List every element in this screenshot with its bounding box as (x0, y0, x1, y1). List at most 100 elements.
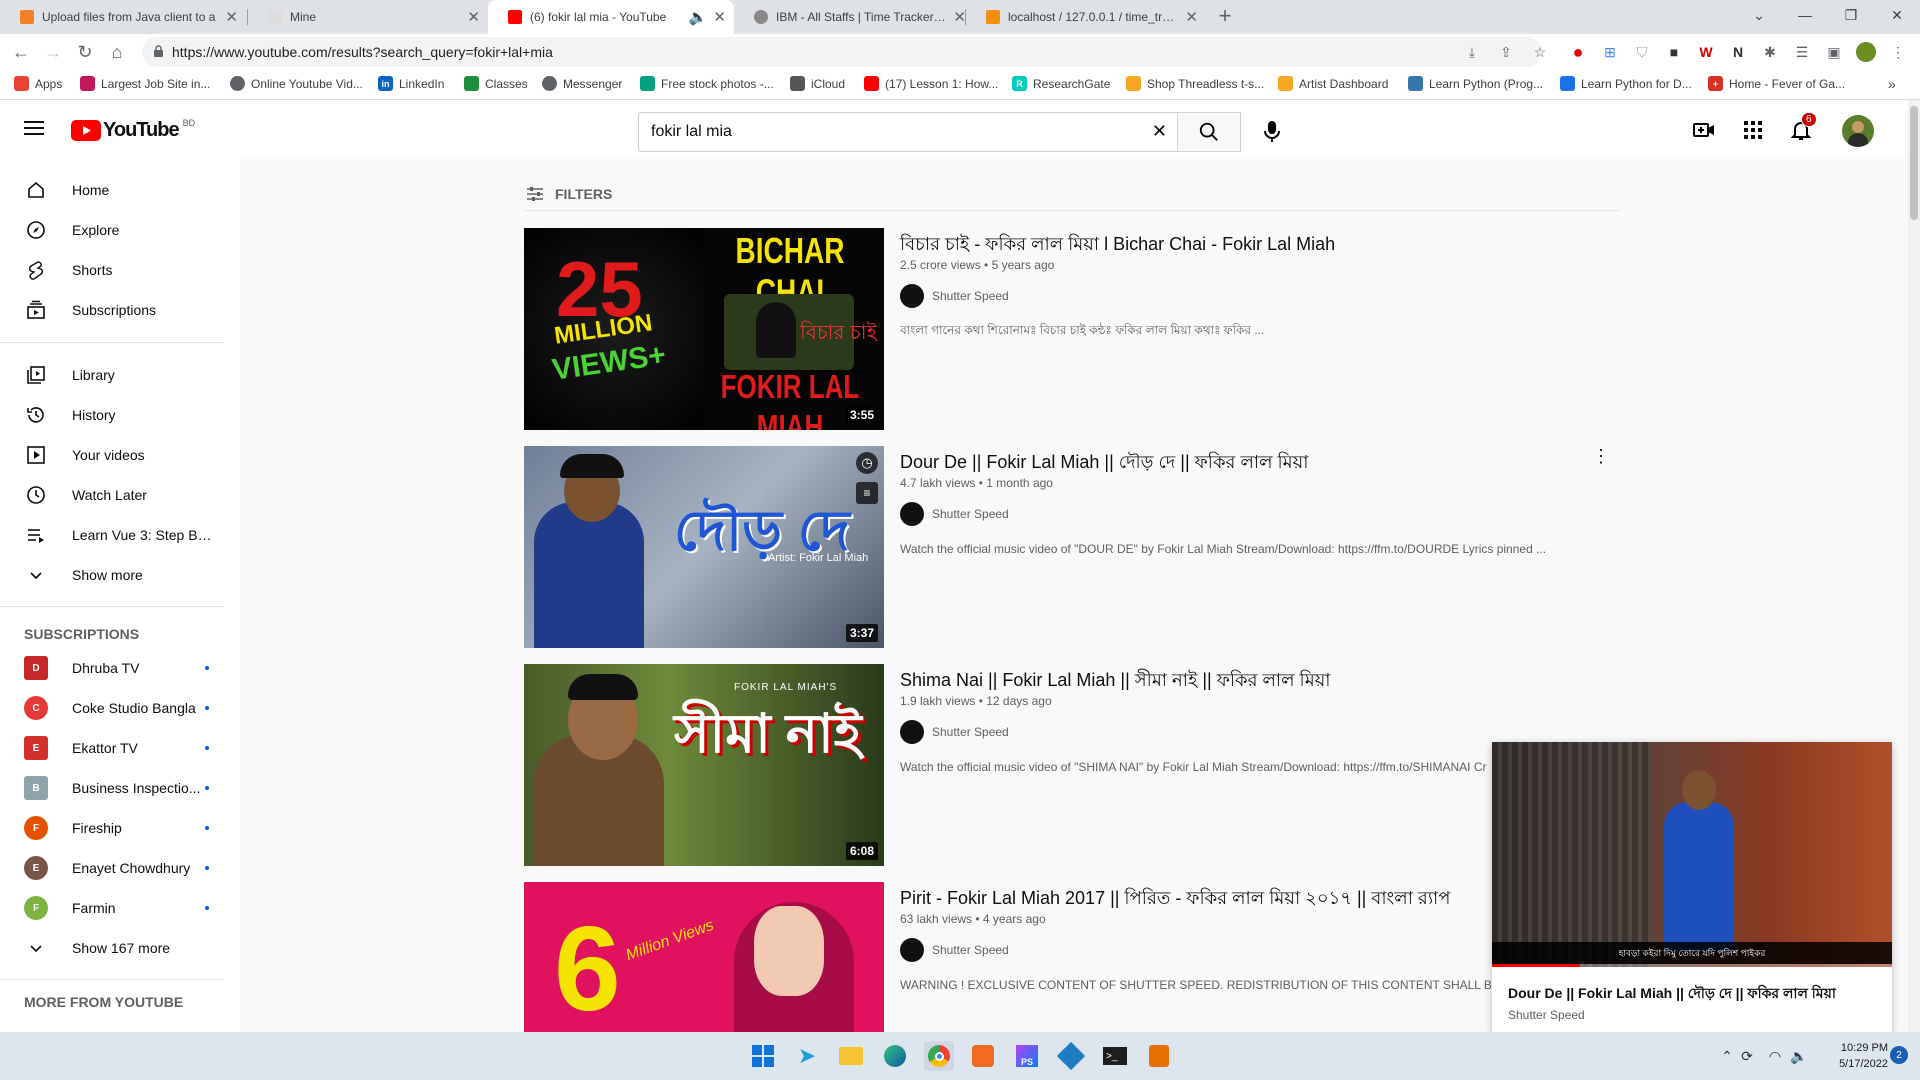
page-scrollbar[interactable] (1908, 100, 1920, 1032)
mute-speaker-icon[interactable]: 🔈 (689, 8, 708, 26)
miniplayer-video[interactable]: হাবড়া কইরা দিমু তোরে যদি পুলিশ পাইকর (1492, 742, 1892, 967)
address-bar[interactable]: https://www.youtube.com/results?search_q… (142, 37, 1542, 67)
scrollbar-thumb[interactable] (1910, 106, 1918, 220)
clock[interactable]: 10:29 PM 5/17/2022 (1818, 1040, 1888, 1072)
sidebar-show-more[interactable]: Show more (0, 555, 240, 595)
side-panel-icon[interactable]: ▣ (1824, 42, 1844, 62)
subscription-farmin[interactable]: F Farmin (0, 888, 240, 928)
virtualbox-icon[interactable] (1056, 1041, 1086, 1071)
share-icon[interactable]: ⇪ (1496, 42, 1516, 62)
add-to-queue-icon[interactable]: ≡ (856, 482, 878, 504)
reload-icon[interactable]: ↻ (72, 40, 98, 64)
tab-youtube-active[interactable]: (6) fokir lal mia - YouTube 🔈 ✕ (488, 0, 734, 34)
subscription-coke-studio-bangla[interactable]: C Coke Studio Bangla (0, 688, 240, 728)
channel-link[interactable]: Shutter Speed (900, 284, 1009, 308)
tab-search-chevron-icon[interactable]: ⌄ (1736, 0, 1782, 30)
bookmark-artist-dashboard[interactable]: Artist Dashboard (1278, 76, 1388, 91)
subscription-fireship[interactable]: F Fireship (0, 808, 240, 848)
n-extension-icon[interactable]: N (1728, 42, 1748, 62)
back-arrow-icon[interactable]: ← (8, 40, 34, 64)
channel-link[interactable]: Shutter Speed (900, 938, 1009, 962)
sidebar-item-explore[interactable]: Explore (0, 210, 240, 250)
subscription-business-inspection[interactable]: B Business Inspectio... (0, 768, 240, 808)
sidebar-item-shorts[interactable]: Shorts (0, 250, 240, 290)
video-thumbnail[interactable]: 6 Million Views (524, 882, 884, 1032)
w-extension-icon[interactable]: W (1696, 42, 1716, 62)
volume-icon[interactable]: 🔈 (1784, 1041, 1814, 1071)
miniplayer-progress-track[interactable] (1492, 964, 1892, 967)
bookmarks-overflow-icon[interactable]: » (1888, 76, 1896, 92)
subscription-dhruba-tv[interactable]: D Dhruba TV (0, 648, 240, 688)
tab-upload-files[interactable]: Upload files from Java client to a ✕ (0, 0, 246, 34)
restore-icon[interactable]: ❐ (1828, 0, 1874, 30)
terminal-icon[interactable]: >_ (1100, 1041, 1130, 1071)
video-result[interactable]: দৌড় দে Artist: Fokir Lal Miah ◷ ≡ 3:37 … (524, 446, 1624, 648)
close-tab-icon[interactable]: ✕ (713, 8, 726, 26)
voice-search-button[interactable] (1252, 112, 1292, 152)
sidebar-item-library[interactable]: Library (0, 355, 240, 395)
subscription-ekattor-tv[interactable]: E Ekattor TV (0, 728, 240, 768)
bookmark-classes[interactable]: Classes (464, 76, 528, 91)
bookmark-fever-of-games[interactable]: + Home - Fever of Ga... (1708, 76, 1845, 91)
bookmark-icloud[interactable]: iCloud (790, 76, 845, 91)
video-title[interactable]: Shima Nai || Fokir Lal Miah || সীমা নাই … (900, 666, 1331, 697)
video-title[interactable]: Pirit - Fokir Lal Miah 2017 || পিরিত - ফ… (900, 884, 1450, 915)
file-explorer-icon[interactable] (836, 1041, 866, 1071)
close-window-icon[interactable]: ✕ (1874, 0, 1920, 30)
subscription-enayet-chowdhury[interactable]: E Enayet Chowdhury (0, 848, 240, 888)
channel-link[interactable]: Shutter Speed (900, 502, 1009, 526)
sidebar-item-subscriptions[interactable]: Subscriptions (0, 290, 240, 330)
youtube-logo[interactable]: YouTube BD (71, 118, 195, 142)
postman-like-icon[interactable] (968, 1041, 998, 1071)
create-video-icon[interactable] (1692, 118, 1716, 142)
install-app-icon[interactable]: ⤓ (1462, 42, 1482, 62)
account-avatar[interactable] (1842, 115, 1874, 147)
clear-search-icon[interactable]: ✕ (1152, 121, 1167, 142)
bookmark-threadless[interactable]: Shop Threadless t-s... (1126, 76, 1264, 91)
bookmark-stock-photos[interactable]: Free stock photos -... (640, 76, 774, 91)
video-result[interactable]: FOKIR LAL MIAH'S সীমা নাই 6:08 Shima Nai… (524, 664, 1624, 866)
video-result[interactable]: 6 Million Views Pirit - Fokir Lal Miah 2… (524, 882, 1624, 1032)
search-input[interactable]: fokir lal mia ✕ (638, 112, 1178, 152)
filters-button[interactable]: FILTERS (525, 184, 612, 204)
bookmark-apps[interactable]: Apps (14, 76, 62, 91)
sidebar-show-more-subscriptions[interactable]: Show 167 more (0, 928, 240, 968)
sidebar-item-home[interactable]: Home (0, 170, 240, 210)
extensions-puzzle-icon[interactable]: ✱ (1760, 42, 1780, 62)
profile-avatar-icon[interactable] (1856, 42, 1876, 62)
download-extension-icon[interactable]: ■ (1664, 42, 1684, 62)
watch-later-clock-icon[interactable]: ◷ (856, 452, 878, 474)
sidebar-item-playlist-vue[interactable]: Learn Vue 3: Step By ... (0, 515, 240, 555)
bookmark-linkedin[interactable]: in LinkedIn (378, 76, 444, 91)
tab-mine[interactable]: Mine ✕ (248, 0, 488, 34)
bookmark-learn-python-d[interactable]: Learn Python for D... (1560, 76, 1692, 91)
close-tab-icon[interactable]: ✕ (1185, 8, 1198, 26)
search-button[interactable] (1177, 112, 1241, 152)
sync-icon[interactable]: ⟳ (1732, 1041, 1762, 1071)
new-tab-icon[interactable]: + (1212, 3, 1238, 28)
more-actions-kebab-icon[interactable]: ⋮ (1592, 446, 1610, 467)
close-tab-icon[interactable]: ✕ (467, 8, 480, 26)
sidebar-item-watch-later[interactable]: Watch Later (0, 475, 240, 515)
chrome-icon[interactable] (924, 1041, 954, 1071)
kebab-menu-icon[interactable]: ⋮ (1888, 42, 1908, 62)
forward-arrow-icon[interactable]: → (40, 40, 66, 64)
home-icon[interactable]: ⌂ (104, 40, 130, 64)
video-result[interactable]: 25 MILLION VIEWS+ BICHAR CHAI বিচার চাই … (524, 228, 1624, 430)
bookmark-researchgate[interactable]: R ResearchGate (1012, 76, 1110, 91)
windows-start-icon[interactable] (748, 1041, 778, 1071)
phpstorm-icon[interactable]: PS (1012, 1041, 1042, 1071)
java-icon[interactable] (1144, 1041, 1174, 1071)
bookmark-lesson[interactable]: (17) Lesson 1: How... (864, 76, 998, 91)
shield-extension-icon[interactable]: ⛉ (1632, 42, 1652, 62)
sidebar-item-history[interactable]: History (0, 395, 240, 435)
video-title[interactable]: Dour De || Fokir Lal Miah || দৌড় দে || … (900, 448, 1308, 479)
notifications-bell-icon[interactable]: 6 (1789, 112, 1817, 142)
video-thumbnail[interactable]: দৌড় দে Artist: Fokir Lal Miah ◷ ≡ 3:37 (524, 446, 884, 648)
miniplayer-channel[interactable]: Shutter Speed (1508, 1008, 1585, 1022)
hamburger-menu-icon[interactable] (24, 118, 44, 138)
bookmark-messenger[interactable]: Messenger (542, 76, 622, 91)
opera-extension-icon[interactable]: ● (1568, 42, 1588, 62)
reading-list-icon[interactable]: ☰ (1792, 42, 1812, 62)
video-thumbnail[interactable]: 25 MILLION VIEWS+ BICHAR CHAI বিচার চাই … (524, 228, 884, 430)
